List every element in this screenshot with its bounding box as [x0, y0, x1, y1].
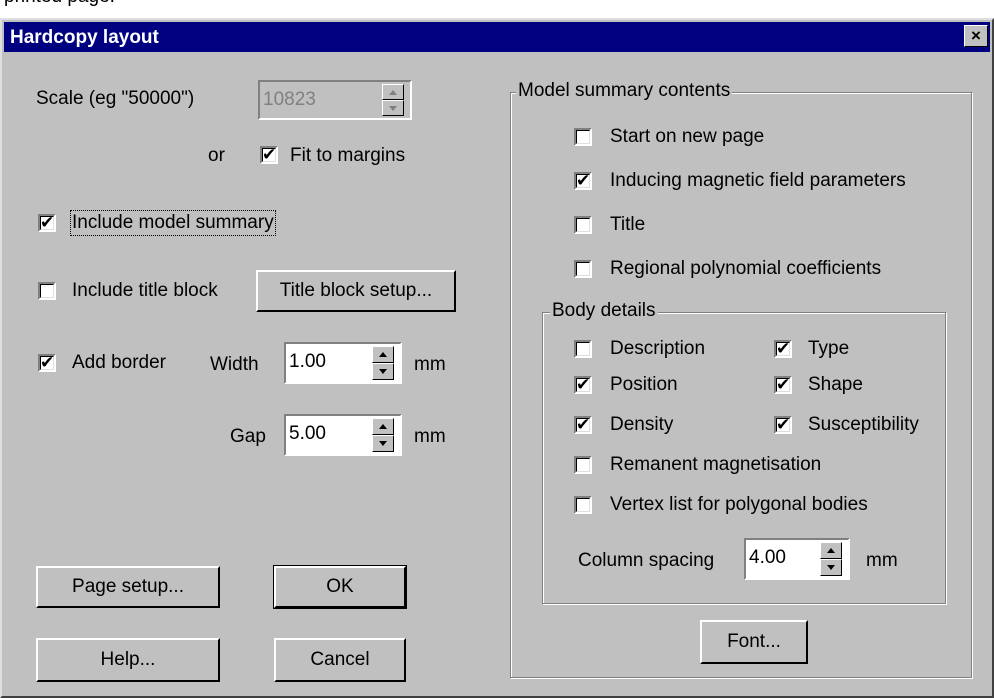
title-label: Title	[610, 214, 646, 235]
fit-to-margins-checkbox[interactable]: ✔	[260, 146, 278, 164]
vertex-list-checkbox[interactable]	[574, 496, 592, 514]
check-mark-icon: ✔	[576, 171, 591, 190]
width-spin-down[interactable]	[372, 363, 394, 380]
gap-spin-down[interactable]	[372, 435, 394, 452]
check-mark-icon: ✔	[776, 375, 791, 394]
check-mark-icon: ✔	[40, 213, 55, 232]
inducing-field-label: Inducing magnetic field parameters	[610, 170, 906, 191]
start-on-new-page-label: Start on new page	[610, 126, 765, 147]
column-spacing-unit: mm	[866, 550, 898, 571]
start-on-new-page-checkbox[interactable]	[574, 128, 592, 146]
check-mark-icon: ✔	[576, 415, 591, 434]
column-spacing-spinner[interactable]	[820, 542, 842, 576]
regional-polynomial-checkbox[interactable]	[574, 260, 592, 278]
hardcopy-layout-dialog: Hardcopy layout × Scale (eg "50000") 108…	[0, 18, 994, 698]
cancel-button[interactable]: Cancel	[274, 638, 406, 682]
gap-label: Gap	[230, 426, 266, 447]
column-spacing-spin-down[interactable]	[820, 559, 842, 576]
description-label: Description	[610, 338, 706, 359]
fit-to-margins-label: Fit to margins	[290, 145, 406, 166]
density-checkbox[interactable]: ✔	[574, 416, 592, 434]
check-mark-icon: ✔	[262, 145, 277, 164]
title-block-setup-button[interactable]: Title block setup...	[256, 270, 456, 312]
gap-spin-up[interactable]	[372, 418, 394, 435]
type-checkbox[interactable]: ✔	[774, 340, 792, 358]
scale-spin-down[interactable]	[382, 100, 404, 116]
width-spin-up[interactable]	[372, 346, 394, 363]
check-mark-icon: ✔	[576, 375, 591, 394]
shape-checkbox[interactable]: ✔	[774, 376, 792, 394]
model-summary-group-label: Model summary contents	[516, 80, 733, 102]
add-border-label: Add border	[72, 352, 167, 373]
or-label: or	[208, 145, 225, 166]
background-text: printed page.	[4, 0, 115, 8]
susceptibility-checkbox[interactable]: ✔	[774, 416, 792, 434]
close-button[interactable]: ×	[964, 25, 988, 47]
susceptibility-label: Susceptibility	[808, 414, 919, 435]
include-model-summary-label: Include model summary	[70, 210, 276, 236]
remanent-label: Remanent magnetisation	[610, 454, 822, 475]
check-mark-icon: ✔	[40, 353, 55, 372]
page-setup-button[interactable]: Page setup...	[36, 566, 220, 608]
include-title-block-label: Include title block	[72, 280, 218, 301]
include-title-block-checkbox[interactable]	[38, 282, 56, 300]
gap-spinner[interactable]	[372, 418, 394, 452]
regional-polynomial-label: Regional polynomial coefficients	[610, 258, 882, 279]
width-label: Width	[210, 354, 259, 375]
description-checkbox[interactable]	[574, 340, 592, 358]
position-checkbox[interactable]: ✔	[574, 376, 592, 394]
density-label: Density	[610, 414, 674, 435]
check-mark-icon: ✔	[776, 339, 791, 358]
scale-spin-up[interactable]	[382, 84, 404, 100]
position-label: Position	[610, 374, 678, 395]
add-border-checkbox[interactable]: ✔	[38, 354, 56, 372]
shape-label: Shape	[808, 374, 863, 395]
check-mark-icon: ✔	[776, 415, 791, 434]
help-button[interactable]: Help...	[36, 638, 220, 682]
body-details-group-label: Body details	[550, 300, 658, 322]
font-button[interactable]: Font...	[700, 620, 808, 664]
remanent-checkbox[interactable]	[574, 456, 592, 474]
column-spacing-label: Column spacing	[578, 550, 715, 571]
column-spacing-spin-up[interactable]	[820, 542, 842, 559]
inducing-field-checkbox[interactable]: ✔	[574, 172, 592, 190]
ok-button[interactable]: OK	[273, 565, 407, 609]
width-spinner[interactable]	[372, 346, 394, 380]
include-model-summary-checkbox[interactable]: ✔	[38, 214, 56, 232]
title-checkbox[interactable]	[574, 216, 592, 234]
title-bar[interactable]: Hardcopy layout ×	[4, 22, 990, 52]
vertex-list-label: Vertex list for polygonal bodies	[610, 494, 868, 515]
window-title: Hardcopy layout	[10, 27, 159, 48]
scale-label: Scale (eg "50000")	[36, 88, 195, 109]
width-unit: mm	[414, 354, 446, 375]
gap-unit: mm	[414, 426, 446, 447]
type-label: Type	[808, 338, 850, 359]
scale-spinner[interactable]	[382, 84, 404, 116]
